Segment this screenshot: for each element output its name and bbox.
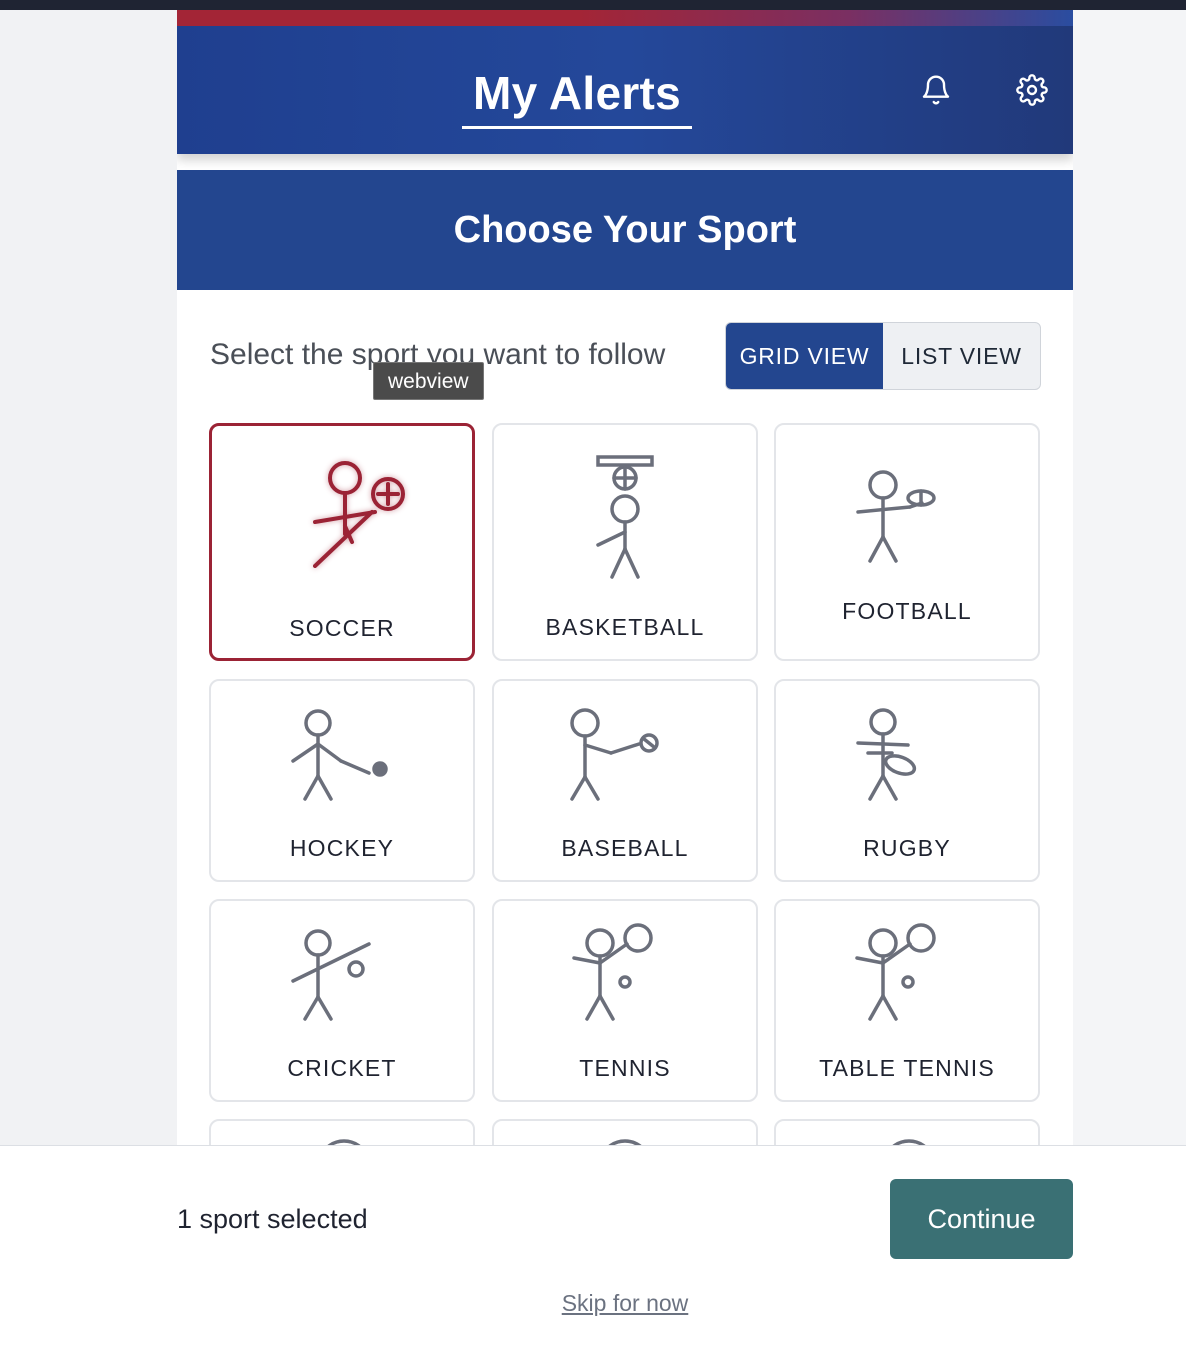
window-top-strip: [0, 0, 1186, 10]
page-background: [1073, 10, 1186, 1146]
hockey-icon: [291, 709, 388, 801]
continue-button[interactable]: Continue: [890, 1179, 1073, 1259]
sport-label-football: FOOTBALL: [842, 598, 972, 624]
choose-sport-banner: Choose Your Sport: [177, 170, 1073, 290]
sport-card-baseball[interactable]: BASEBALL: [492, 679, 758, 882]
sport-icon-partial: [326, 1139, 362, 1146]
sport-card-partial-2[interactable]: [492, 1119, 758, 1146]
webview-tooltip: webview: [373, 362, 484, 400]
sport-card-cricket[interactable]: CRICKET: [209, 899, 475, 1102]
sport-icon-partial: [607, 1139, 643, 1146]
cricket-icon: [291, 929, 371, 1021]
sport-card-partial-1[interactable]: [209, 1119, 475, 1146]
sport-label-rugby: RUGBY: [863, 835, 951, 861]
soccer-icon: [313, 461, 405, 568]
bell-icon: [922, 75, 950, 105]
tennis-icon: [572, 923, 653, 1021]
sport-card-football[interactable]: FOOTBALL: [774, 423, 1040, 661]
sport-label-soccer: SOCCER: [289, 615, 395, 641]
sport-label-tennis: TENNIS: [579, 1055, 671, 1081]
page-title: My Alerts: [472, 67, 682, 119]
football-icon: [856, 470, 936, 563]
baseball-icon: [570, 708, 659, 801]
grid-view-button[interactable]: GRID VIEW: [726, 323, 883, 389]
sport-card-soccer[interactable]: SOCCER: [209, 423, 475, 661]
skip-link[interactable]: Skip for now: [0, 1290, 1186, 1317]
sport-card-partial-3[interactable]: [774, 1119, 1040, 1146]
sport-card-hockey[interactable]: HOCKEY: [209, 679, 475, 882]
sport-card-rugby[interactable]: RUGBY: [774, 679, 1040, 882]
view-toggle: GRID VIEW LIST VIEW: [725, 322, 1041, 390]
sport-card-table-tennis[interactable]: TABLE TENNIS: [774, 899, 1040, 1102]
sport-label-basketball: BASKETBALL: [545, 614, 705, 640]
selection-footer: 1 sport selected Continue Skip for now: [0, 1145, 1186, 1354]
app-panel: My Alerts Choose Your Sport Select the s…: [177, 10, 1073, 1146]
sport-label-table-tennis: TABLE TENNIS: [819, 1055, 995, 1081]
settings-button[interactable]: [1014, 72, 1050, 108]
sport-icon-partial: [891, 1139, 927, 1146]
selected-count: 1 sport selected: [177, 1204, 368, 1234]
app-header: My Alerts: [177, 10, 1073, 154]
sport-card-basketball[interactable]: BASKETBALL: [492, 423, 758, 661]
header-accent-bar: [177, 10, 1073, 26]
gear-icon: [1016, 74, 1048, 106]
notifications-button[interactable]: [918, 72, 954, 108]
title-underline: [462, 126, 692, 129]
sport-label-cricket: CRICKET: [287, 1055, 397, 1081]
basketball-icon: [596, 455, 654, 579]
sport-label-hockey: HOCKEY: [289, 835, 395, 861]
rugby-icon: [856, 708, 917, 801]
table-tennis-icon: [855, 923, 936, 1021]
sport-label-baseball: BASEBALL: [561, 835, 689, 861]
list-view-button[interactable]: LIST VIEW: [883, 323, 1040, 389]
sport-card-tennis[interactable]: TENNIS: [492, 899, 758, 1102]
